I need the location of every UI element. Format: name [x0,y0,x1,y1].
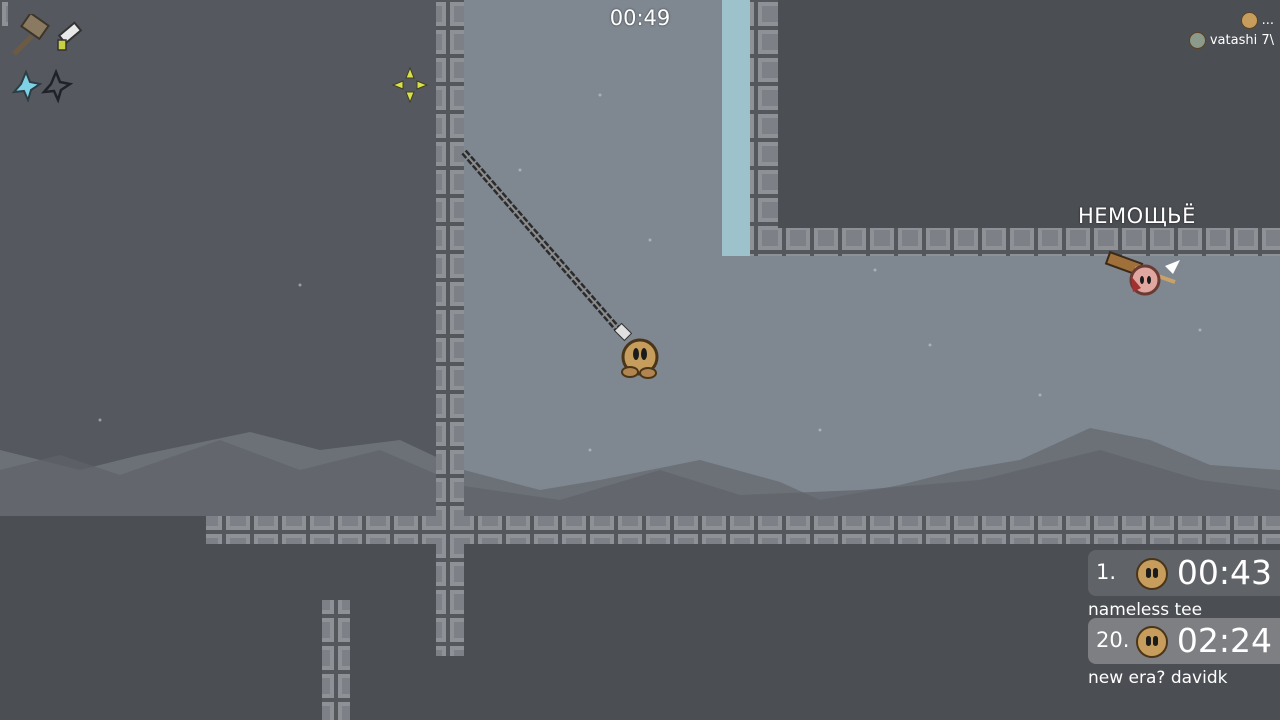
tile-ledge-upper [750,228,1280,256]
player-name: ... [1261,12,1274,28]
star-empty-icon [40,68,74,104]
player-list: ... vatashi 7\ [1188,10,1274,50]
tee-icon [1136,558,1168,590]
race-timer: 00:49 [609,6,671,30]
sky-area [464,0,754,516]
player-name: vatashi 7\ [1209,32,1274,48]
tile-wall-left [436,0,464,656]
tile-floor [206,516,1280,544]
tee-icon [1136,626,1168,658]
scoreboard-time: 02:24 [1176,621,1272,660]
ice-column [722,0,750,256]
star-filled-icon [11,69,43,103]
scoreboard-entry: 1. 00:43 nameless tee [1088,550,1280,620]
player-list-item: vatashi 7\ [1188,30,1274,50]
tile-wall-right [750,0,778,256]
scoreboard-rank: 1. [1096,560,1117,584]
scoreboard-name: nameless tee [1088,600,1203,620]
tile-pillar-lower [322,600,350,720]
player-list-item: ... [1189,10,1274,30]
scoreboard-time: 00:43 [1176,553,1272,592]
scoreboard-name: new era? davidk [1088,668,1228,688]
scoreboard-rank: 20. [1096,628,1130,652]
tee-icon [1188,31,1206,49]
scoreboard-entry-self: 20. 02:24 new era? davidk [1088,618,1280,688]
game-viewport: 00:49 ... vatashi 7\ НЕМОЩЬЁ 1. 00:43 na… [0,0,1280,720]
tee-icon [1240,11,1258,29]
race-scoreboard: 1. 00:43 nameless tee 20. 02:24 new era?… [1088,550,1280,688]
player-nameplate: НЕМОЩЬЁ [1078,204,1196,228]
